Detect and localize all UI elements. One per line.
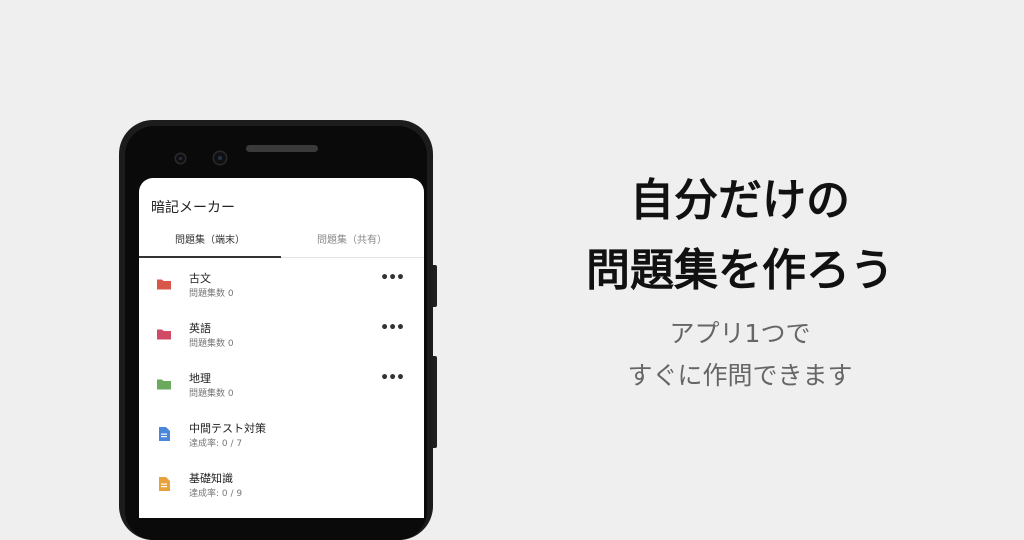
front-sensor-icon (214, 152, 226, 164)
item-title: 中間テスト対策 (189, 422, 266, 435)
item-title: 英語 (189, 322, 211, 335)
document-icon (159, 477, 170, 491)
subtext-line-2: すぐに作問できます (627, 361, 853, 390)
app-screen: 暗記メーカー 問題集（端末） 問題集（共有） 古文 問題集数 0 ••• 英語 … (139, 178, 424, 518)
phone-speaker (246, 145, 318, 152)
more-options-icon[interactable]: ••• (380, 370, 405, 386)
headline-line-2: 問題集を作ろう (586, 245, 894, 296)
item-title: 古文 (189, 272, 211, 285)
phone-side-button (433, 265, 437, 307)
phone-bezel: 暗記メーカー 問題集（端末） 問題集（共有） 古文 問題集数 0 ••• 英語 … (125, 126, 427, 540)
list-item-chiri[interactable]: 地理 問題集数 0 ••• (139, 364, 424, 414)
item-subtitle: 達成率: 0 / 9 (189, 489, 243, 499)
more-options-icon[interactable]: ••• (380, 320, 405, 336)
item-title: 地理 (189, 372, 211, 385)
document-icon (159, 427, 170, 441)
more-options-icon[interactable]: ••• (380, 270, 405, 286)
phone-volume-button (433, 356, 437, 448)
tab-bar: 問題集（端末） 問題集（共有） (139, 230, 424, 258)
tab-local[interactable]: 問題集（端末） (139, 230, 281, 258)
list-item-kobun[interactable]: 古文 問題集数 0 ••• (139, 264, 424, 314)
tab-shared-label: 問題集（共有） (317, 235, 387, 246)
folder-icon (157, 279, 171, 290)
item-subtitle: 達成率: 0 / 7 (189, 439, 243, 449)
tab-local-label: 問題集（端末） (175, 235, 245, 246)
tab-indicator (139, 256, 281, 258)
phone-frame: 暗記メーカー 問題集（端末） 問題集（共有） 古文 問題集数 0 ••• 英語 … (119, 120, 437, 540)
app-title: 暗記メーカー (151, 200, 235, 216)
front-camera-icon (176, 154, 185, 163)
list-item-kiso-chishiki[interactable]: 基礎知識 達成率: 0 / 9 (139, 464, 424, 514)
folder-icon (157, 379, 171, 390)
tab-shared[interactable]: 問題集（共有） (281, 230, 423, 257)
item-subtitle: 問題集数 0 (189, 339, 234, 349)
item-subtitle: 問題集数 0 (189, 389, 234, 399)
folder-icon (157, 329, 171, 340)
list-item-eigo[interactable]: 英語 問題集数 0 ••• (139, 314, 424, 364)
headline-line-1: 自分だけの (630, 175, 850, 226)
item-title: 基礎知識 (189, 472, 233, 485)
list-item-chukan-test[interactable]: 中間テスト対策 達成率: 0 / 7 (139, 414, 424, 464)
item-subtitle: 問題集数 0 (189, 289, 234, 299)
subtext-line-1: アプリ1つで (669, 319, 811, 348)
